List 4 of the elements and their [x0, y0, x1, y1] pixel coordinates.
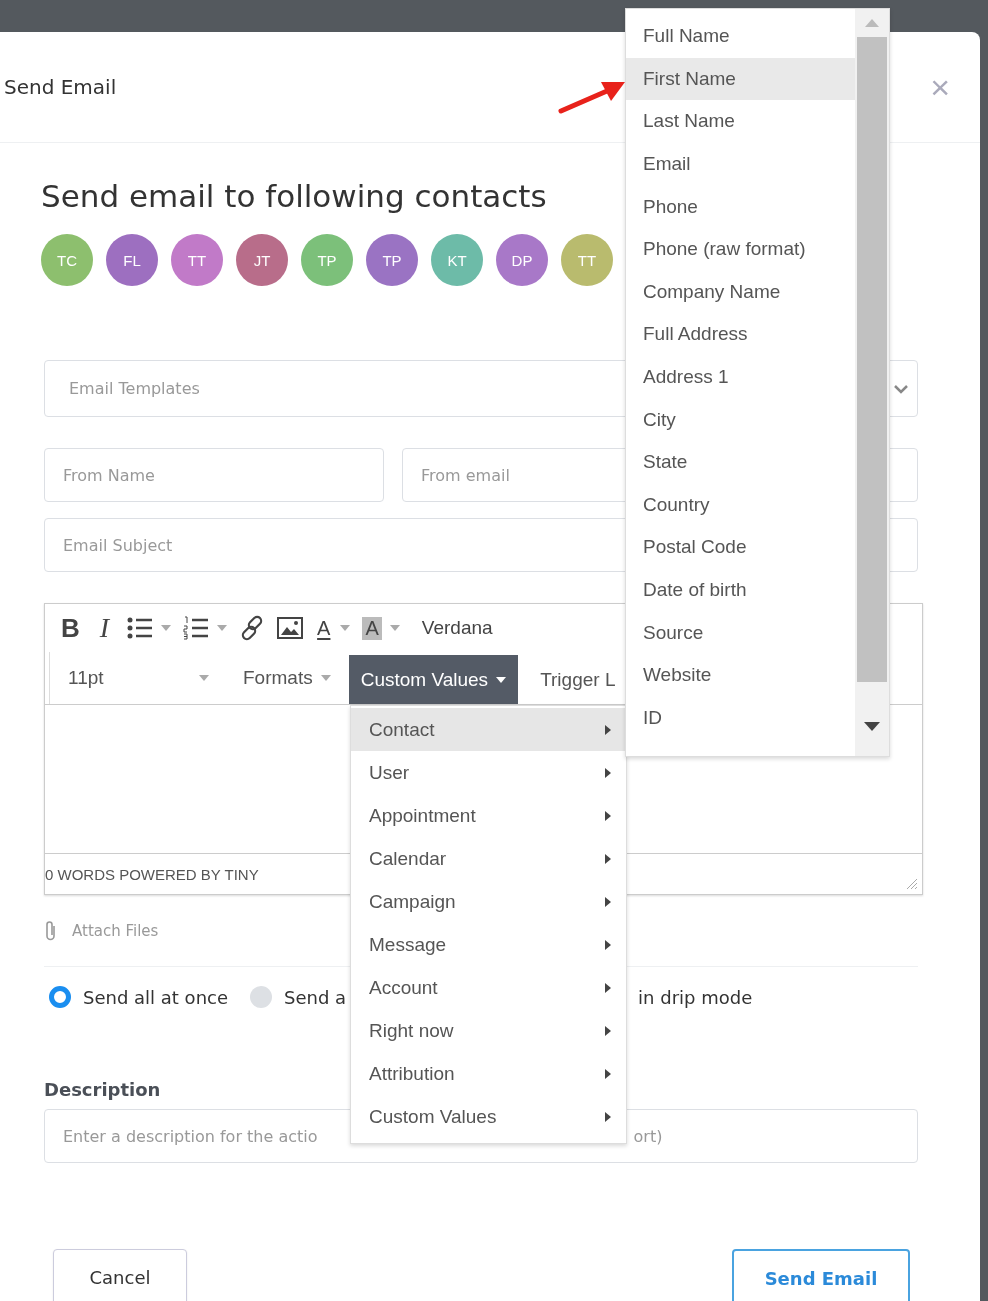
- modal-title: Send Email: [4, 75, 117, 99]
- description-label: Description: [44, 1079, 162, 1100]
- heading: Send email to following contacts: [41, 177, 547, 216]
- word-count-status: 0 WORDS POWERED BY TINY: [45, 865, 259, 883]
